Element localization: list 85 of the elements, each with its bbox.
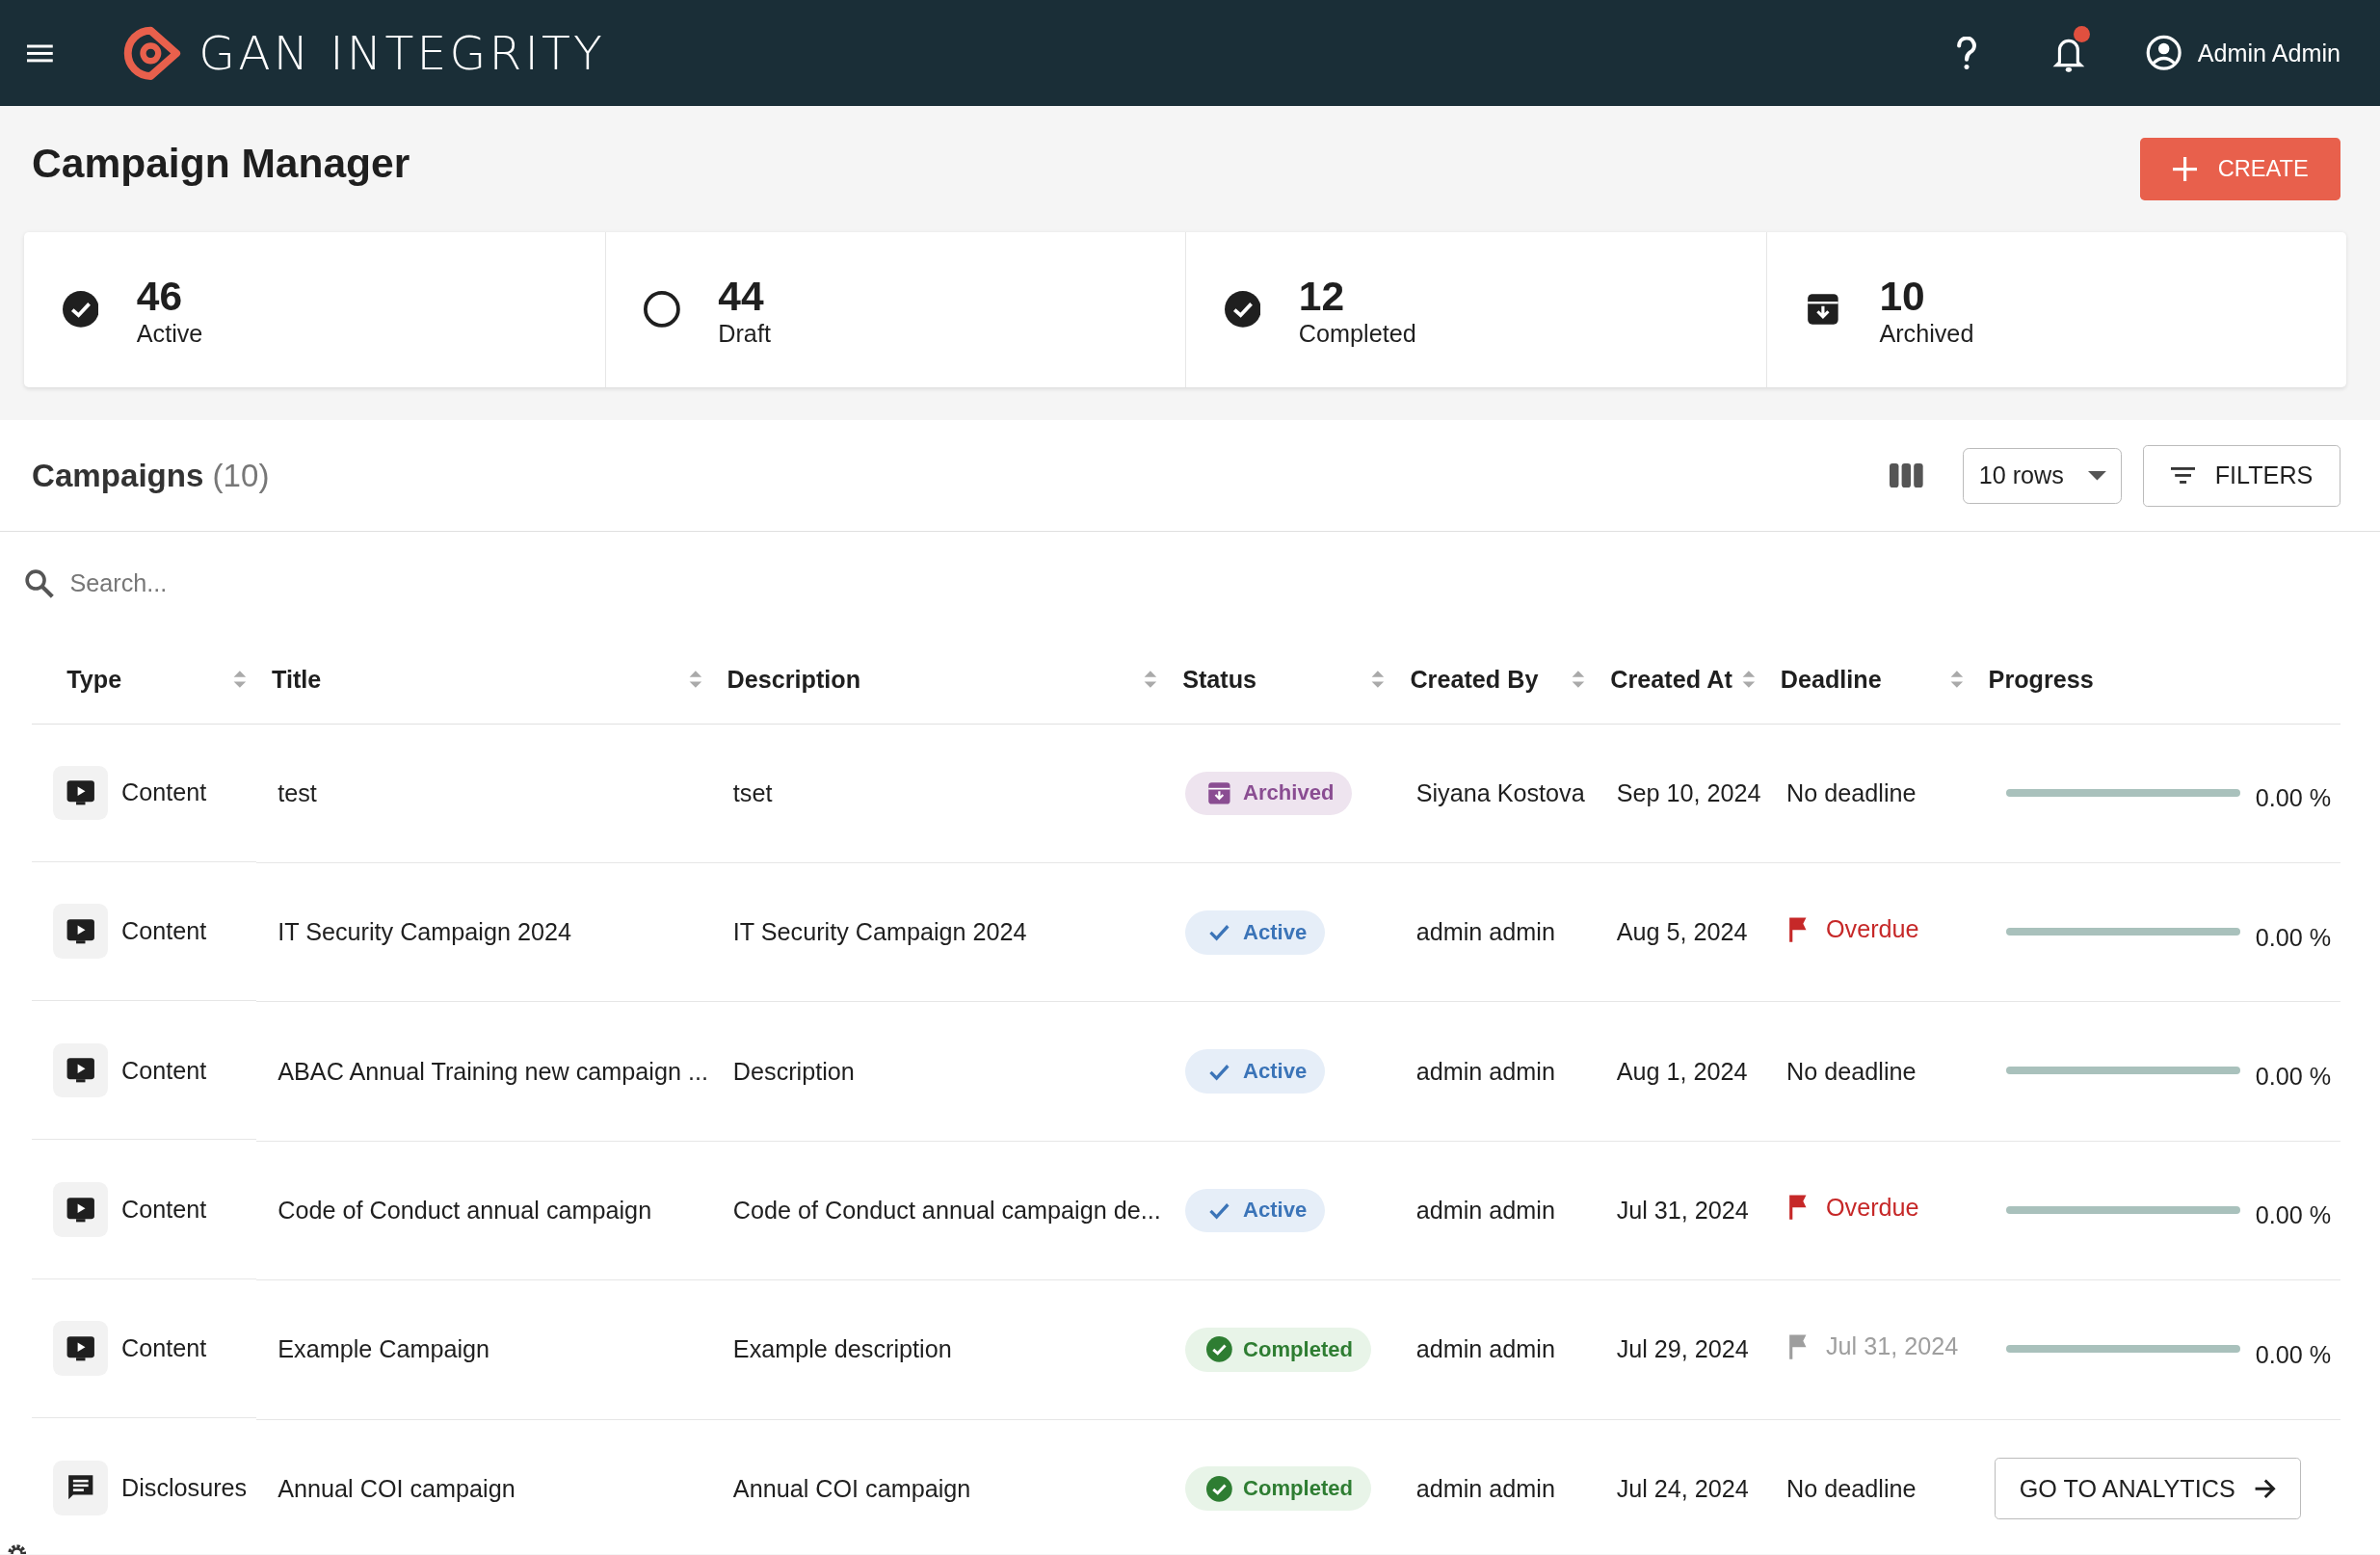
campaign-description: IT Security Campaign 2024: [732, 918, 1027, 946]
stat-count: 10: [1879, 271, 1926, 321]
campaign-description: Annual COI campaign: [732, 1474, 971, 1502]
archive-icon: [1206, 780, 1233, 806]
campaign-title[interactable]: Code of Conduct annual campaign: [278, 1197, 652, 1224]
user-name[interactable]: Admin Admin: [2197, 39, 2341, 67]
type-label: Content: [121, 1334, 207, 1363]
campaign-description: Code of Conduct annual campaign de...: [732, 1197, 1161, 1224]
progress-reading: 0.00 %: [2255, 1201, 2332, 1230]
status-chip: Active: [1185, 909, 1326, 955]
status-chip: Completed: [1185, 1466, 1371, 1511]
column-header[interactable]: Created By: [1410, 665, 1539, 694]
type-label: Content: [121, 1196, 207, 1224]
created-at: Sep 10, 2024: [1616, 778, 1761, 806]
type-label: Content: [121, 778, 207, 807]
column-header[interactable]: Type: [66, 665, 122, 694]
status-chip: Active: [1185, 1188, 1326, 1233]
stat-label: Active: [136, 320, 203, 349]
caret-icon: [2087, 471, 2106, 481]
column-header[interactable]: Progress: [1988, 665, 2094, 694]
column-header[interactable]: Deadline: [1780, 665, 1882, 694]
brand-name: GAN INTEGRITY: [198, 25, 605, 81]
created-at: Jul 24, 2024: [1616, 1474, 1749, 1502]
column-header[interactable]: Description: [727, 665, 861, 694]
search-icon: [22, 567, 55, 600]
created-by: Siyana Kostova: [1415, 778, 1585, 806]
progress-reading: 0.00 %: [2255, 784, 2332, 813]
user-avatar-icon[interactable]: [2144, 34, 2182, 72]
type-label: Disclosures: [121, 1473, 248, 1502]
campaign-title[interactable]: Example Campaign: [278, 1335, 490, 1363]
plus-icon: [2172, 157, 2197, 182]
campaigns-heading: Campaigns (10): [32, 457, 270, 494]
arrow-right-icon: [2253, 1478, 2277, 1499]
created-at: Aug 1, 2024: [1616, 1057, 1748, 1085]
stat-count: 46: [136, 271, 184, 321]
column-header[interactable]: Title: [271, 665, 322, 694]
help-icon[interactable]: [1956, 36, 1978, 70]
deadline-text: Overdue: [1826, 1194, 1919, 1223]
deadline-text: No deadline: [1786, 1474, 1917, 1503]
created-by: admin admin: [1415, 918, 1555, 946]
status-chip: Active: [1185, 1049, 1326, 1094]
campaign-description: Description: [732, 1057, 855, 1085]
stat-count: 44: [718, 271, 765, 321]
stat-count: 12: [1298, 271, 1346, 321]
progress-reading: 0.00 %: [2255, 1340, 2332, 1369]
created-by: admin admin: [1415, 1335, 1555, 1363]
deadline-text: Jul 31, 2024: [1826, 1332, 1959, 1361]
progress-reading: 0.00 %: [2255, 1063, 2332, 1092]
created-at: Jul 29, 2024: [1616, 1335, 1749, 1363]
check-circle-icon: [1206, 1475, 1233, 1502]
campaign-title[interactable]: test: [278, 778, 317, 806]
rows-per-page-select[interactable]: 10 rows: [1962, 447, 2123, 504]
check-circle-icon: [1224, 291, 1261, 329]
deadline-text: No deadline: [1786, 1057, 1917, 1086]
stat-label: Completed: [1298, 320, 1416, 349]
campaign-description: tset: [732, 778, 773, 806]
check-circle-icon: [62, 291, 99, 329]
created-by: admin admin: [1415, 1474, 1555, 1502]
status-chip: Completed: [1185, 1328, 1371, 1372]
progress-reading: 0.00 %: [2255, 923, 2332, 952]
created-at: Aug 5, 2024: [1616, 918, 1748, 946]
deadline-text: No deadline: [1786, 778, 1917, 807]
check-circle-icon: [1206, 1336, 1233, 1363]
column-header[interactable]: Status: [1182, 665, 1257, 694]
menu-icon[interactable]: [27, 43, 54, 63]
type-label: Content: [121, 1056, 207, 1085]
stat-label: Archived: [1879, 320, 1974, 349]
page-title: Campaign Manager: [32, 139, 410, 187]
created-by: admin admin: [1415, 1057, 1555, 1085]
deadline-text: Overdue: [1826, 915, 1919, 944]
type-label: Content: [121, 917, 207, 946]
filter-icon: [2171, 466, 2196, 486]
campaign-title[interactable]: Annual COI campaign: [278, 1474, 516, 1502]
campaign-title[interactable]: ABAC Annual Training new campaign ...: [278, 1057, 708, 1085]
campaign-title[interactable]: IT Security Campaign 2024: [278, 918, 571, 946]
stat-label: Draft: [718, 320, 771, 349]
campaign-description: Example description: [732, 1335, 952, 1363]
filters-button[interactable]: FILTERS: [2143, 444, 2341, 508]
circle-icon: [644, 291, 680, 329]
status-chip: Archived: [1185, 771, 1353, 816]
columns-icon[interactable]: [1890, 463, 1923, 488]
go-to-analytics-button[interactable]: GO TO ANALYTICS: [1994, 1457, 2302, 1520]
created-by: admin admin: [1415, 1197, 1555, 1224]
created-at: Jul 31, 2024: [1616, 1197, 1749, 1224]
column-header[interactable]: Created At: [1610, 665, 1732, 694]
